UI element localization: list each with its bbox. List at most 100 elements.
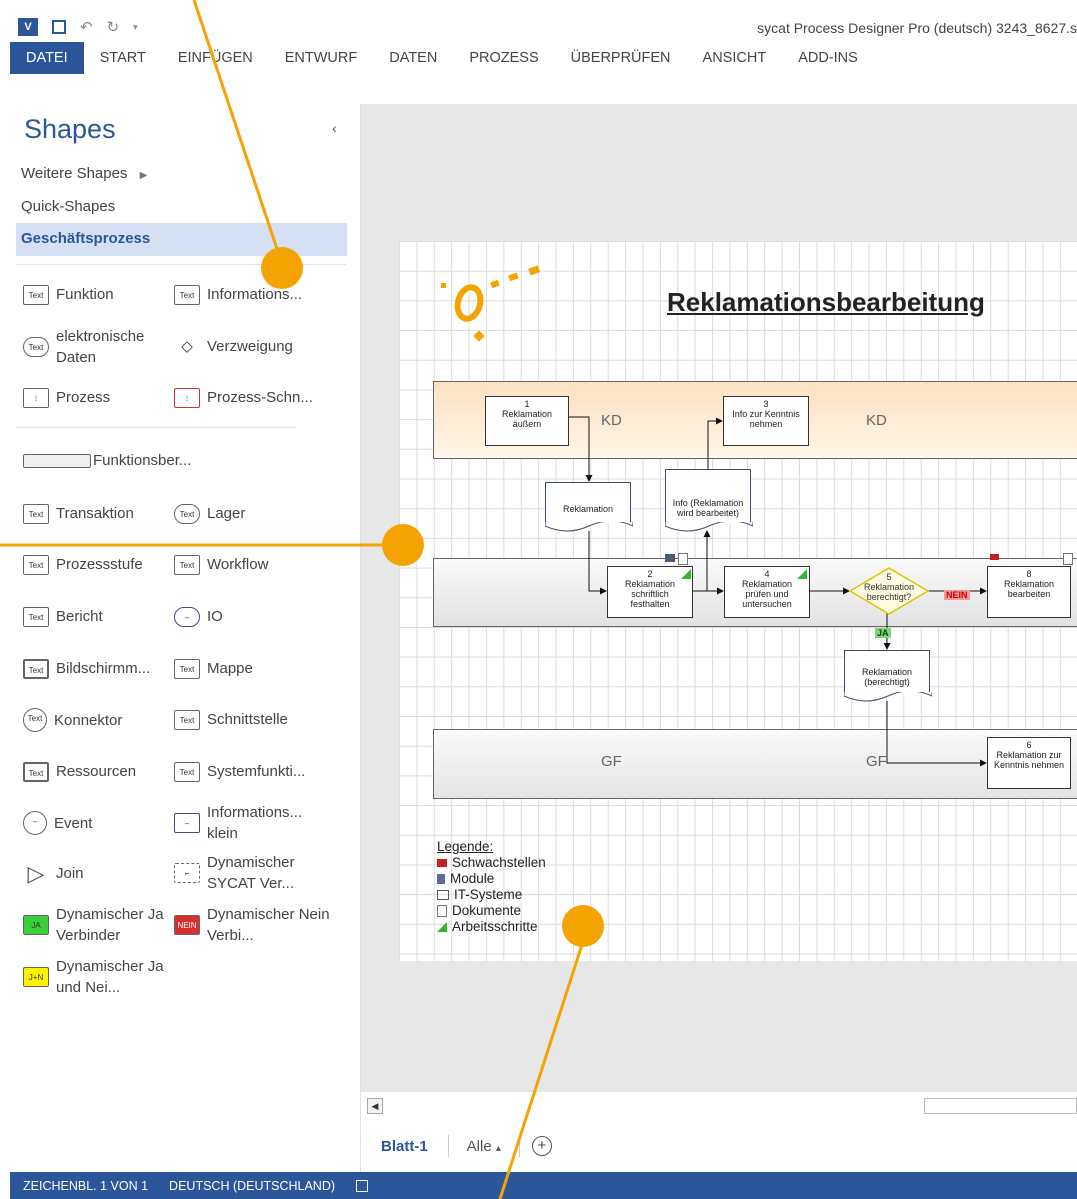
shape-systemfunktion[interactable]: Text Systemfunkti... (174, 761, 305, 782)
shape-funktion[interactable]: Text Funktion (23, 284, 114, 305)
shape-label: Dynamischer Nein Verbi... (207, 906, 330, 944)
shape-label: Systemfunkti... (207, 763, 306, 780)
shape-verzweigung[interactable]: ◇ Verzweigung (174, 336, 293, 357)
shape-transaktion[interactable]: Text Transaktion (23, 503, 134, 524)
tab-prozess[interactable]: PROZESS (453, 42, 554, 74)
document-label: Reklamation (berechtigt) (861, 667, 913, 687)
quick-shapes-link[interactable]: Quick-Shapes (21, 198, 115, 215)
box-label: 3 Info zur Kenntnis nehmen (732, 399, 800, 429)
shape-prozess[interactable]: ⁝ Prozess (23, 387, 110, 408)
shape-konnektor[interactable]: Text Konnektor (23, 708, 122, 732)
shape-mappe[interactable]: Text Mappe (174, 658, 253, 679)
process-box-1[interactable]: 1 Reklamation äußern (485, 396, 569, 446)
document-label: Reklamation (562, 504, 614, 514)
undo-icon[interactable]: ↶ (80, 18, 93, 36)
scrollbar-thumb[interactable] (924, 1098, 1077, 1114)
shapes-pane: Shapes ‹ Weitere Shapes ▶ Quick-Shapes G… (10, 104, 361, 1172)
document-icon (437, 905, 447, 917)
shape-event[interactable]: – Event (23, 811, 92, 835)
shape-bericht[interactable]: Text Bericht (23, 606, 103, 627)
step-icon (437, 922, 447, 932)
tab-daten[interactable]: DATEN (373, 42, 453, 74)
legend-item: Arbeitsschritte (437, 919, 546, 935)
shape-label: Funktionsber... (93, 452, 192, 469)
document-reklamation-berechtigt[interactable]: Reklamation (berechtigt) (844, 650, 932, 702)
legend-label: Arbeitsschritte (452, 919, 538, 934)
shape-workflow[interactable]: Text Workflow (174, 554, 268, 575)
screen-shape-icon: Text (23, 658, 49, 679)
all-sheets-button[interactable]: Alle ▴ (467, 1138, 501, 1155)
shape-label: Informations... klein (207, 804, 303, 842)
shape-informations[interactable]: Text Informations... (174, 284, 302, 305)
language-indicator[interactable]: DEUTSCH (DEUTSCHLAND) (169, 1179, 335, 1193)
scroll-left-icon[interactable]: ◀ (367, 1098, 383, 1114)
shape-prozess-schnittstelle[interactable]: ⁝ Prozess-Schn... (174, 387, 313, 408)
redo-icon[interactable]: ↻ (107, 18, 120, 36)
tab-add-ins[interactable]: ADD-INS (782, 42, 874, 74)
shape-label: Funktion (56, 286, 114, 303)
shape-prozessstufe[interactable]: Text Prozessstufe (23, 554, 143, 575)
tab-einfuegen[interactable]: EINFÜGEN (162, 42, 269, 74)
report-shape-icon: Text (23, 606, 49, 627)
save-icon[interactable] (52, 20, 66, 34)
shape-schnittstelle[interactable]: Text Schnittstelle (174, 709, 288, 730)
more-shapes-link[interactable]: Weitere Shapes ▶ (21, 165, 147, 182)
stencil-geschaeftsprozess[interactable]: Geschäftsprozess (16, 223, 347, 256)
shape-elektronische-daten[interactable]: Text elektronische Daten (23, 326, 173, 368)
shape-label: Workflow (207, 556, 269, 573)
box-label: 8 Reklamation bearbeiten (1003, 569, 1055, 599)
shape-dynamischer-ja-nein-verbinder[interactable]: J+N Dynamischer Ja und Nei... (23, 956, 173, 998)
customize-qat-icon[interactable]: ▾ (133, 22, 138, 33)
macro-icon[interactable] (356, 1179, 369, 1192)
shape-label: Konnektor (54, 711, 123, 729)
shape-informations-klein[interactable]: – Informations... klein (174, 802, 334, 844)
ribbon-tabs: DATEI START EINFÜGEN ENTWURF DATEN PROZE… (10, 42, 1077, 74)
shape-label: Bildschirmm... (56, 660, 151, 677)
shape-bildschirmmaske[interactable]: Text Bildschirmm... (23, 658, 150, 679)
document-label: Info (Reklamation wird bearbeitet) (672, 498, 744, 518)
computer-icon (437, 890, 449, 900)
document-marker-icon (678, 553, 688, 565)
shape-label: Dynamischer Ja Verbinder (56, 906, 164, 944)
process-box-6[interactable]: 6 Reklamation zur Kenntnis nehmen (987, 737, 1071, 789)
shape-io[interactable]: – IO (174, 606, 223, 627)
shape-join[interactable]: ▷ Join (23, 862, 84, 884)
page-indicator[interactable]: ZEICHENBL. 1 VON 1 (23, 1179, 148, 1193)
arbeitsschritt-marker-icon (681, 569, 691, 579)
process-box-8[interactable]: 8 Reklamation bearbeiten (987, 566, 1071, 618)
event-shape-icon: – (23, 811, 47, 835)
decision-label: 5 Reklamation berechtigt? (863, 572, 915, 602)
shape-dynamischer-ja-verbinder[interactable]: JA Dynamischer Ja Verbinder (23, 904, 173, 946)
document-marker-icon (1063, 553, 1073, 565)
drawing-canvas[interactable]: Reklamationsbearbeitung KD KD GF GF 1 Re… (361, 104, 1077, 1092)
arbeitsschritt-marker-icon (797, 569, 807, 579)
sheet-tab-blatt-1[interactable]: Blatt-1 (381, 1138, 428, 1155)
shape-funktionsbereich[interactable]: Funktionsber... (23, 450, 191, 471)
add-sheet-icon[interactable]: + (531, 1136, 552, 1156)
shape-label: Verzweigung (207, 338, 293, 355)
document-reklamation[interactable]: Reklamation (545, 482, 633, 532)
tab-start[interactable]: START (84, 42, 162, 74)
yes-no-connector-icon: J+N (23, 967, 49, 987)
database-shape-icon: Text (23, 337, 49, 357)
shape-lager[interactable]: Text Lager (174, 503, 245, 524)
window-title: sycat Process Designer Pro (deutsch) 324… (757, 20, 1077, 36)
shape-dynamischer-sycat-verbinder[interactable]: ⌐ Dynamischer SYCAT Ver... (174, 852, 334, 894)
tab-datei[interactable]: DATEI (10, 42, 84, 74)
quick-access-toolbar: V ↶ ↻ ▾ (18, 18, 138, 36)
process-box-3[interactable]: 3 Info zur Kenntnis nehmen (723, 396, 809, 446)
tab-ansicht[interactable]: ANSICHT (687, 42, 783, 74)
tab-ueberpruefen[interactable]: ÜBERPRÜFEN (555, 42, 687, 74)
drawing-page[interactable]: Reklamationsbearbeitung KD KD GF GF 1 Re… (399, 241, 1077, 961)
legend-label: Dokumente (452, 903, 522, 918)
collapse-pane-icon[interactable]: ‹ (332, 120, 337, 136)
tab-entwurf[interactable]: ENTWURF (269, 42, 374, 74)
funktion-shape-icon: Text (23, 284, 49, 305)
shape-ressourcen[interactable]: Text Ressourcen (23, 761, 136, 782)
no-connector-icon: NEIN (174, 915, 200, 935)
horizontal-scrollbar[interactable]: ◀ (367, 1097, 1077, 1117)
document-info[interactable]: Info (Reklamation wird bearbeitet) (665, 469, 753, 532)
shape-dynamischer-nein-verbinder[interactable]: NEIN Dynamischer Nein Verbi... (174, 904, 334, 946)
shape-label: Event (54, 814, 93, 832)
diamond-shape-icon: ◇ (174, 336, 200, 357)
